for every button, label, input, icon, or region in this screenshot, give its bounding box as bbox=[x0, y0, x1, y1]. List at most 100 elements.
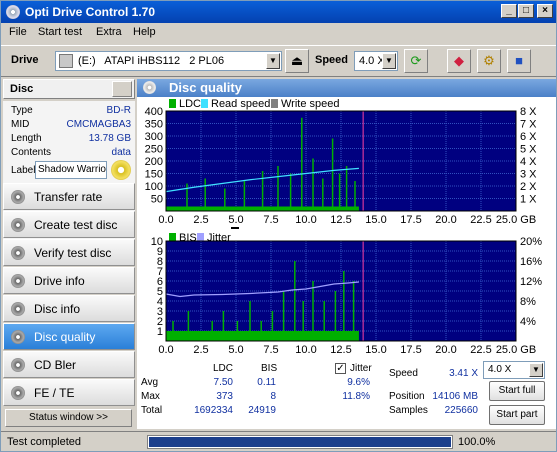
bis-chart: BIS Jitter 0.0 2.5 5.0 7.5 10.0 12.5 15.0 17.5 2… bbox=[151, 227, 542, 356]
y-tick-label-left: 10 bbox=[151, 236, 163, 248]
ldc-chart: LDC Read speed Write speed 0.0 2.5 5.0 7.5 1… bbox=[145, 98, 538, 226]
refresh-icon: ⟳ bbox=[410, 53, 422, 68]
stats-position-value: 14106 MB bbox=[432, 391, 478, 402]
drive-select[interactable]: (E:) ATAPI iHBS112 2 PL06 ▼ bbox=[55, 51, 282, 71]
y-tick-label-left: 250 bbox=[145, 144, 163, 156]
speed-select[interactable]: 4.0 X ▼ bbox=[354, 51, 398, 71]
disc-icon bbox=[11, 246, 25, 260]
x-tick-label: 25.0 GB bbox=[496, 344, 536, 356]
legend-read-speed: Read speed bbox=[211, 98, 270, 110]
status-text: Test completed bbox=[7, 436, 81, 448]
menu-start-test[interactable]: Start test bbox=[38, 26, 82, 38]
x-tick-label: 10.0 bbox=[295, 344, 316, 356]
y-tick-label-right: 12% bbox=[520, 276, 542, 288]
nav-drive-info[interactable]: Drive info bbox=[3, 267, 135, 294]
y-tick-label-left: 150 bbox=[145, 169, 163, 181]
save-icon: ■ bbox=[515, 53, 523, 68]
y-tick-label-right: 8 X bbox=[520, 106, 537, 118]
minimize-button[interactable]: _ bbox=[501, 4, 517, 18]
stats-col-ldc: LDC bbox=[213, 363, 234, 374]
maximize-button[interactable]: □ bbox=[518, 4, 534, 18]
stats-total-label: Total bbox=[141, 405, 163, 416]
x-tick-label: 12.5 bbox=[330, 214, 351, 226]
stats-samples-label: Samples bbox=[389, 405, 428, 416]
nav-label: Create test disc bbox=[34, 218, 118, 232]
menu-file[interactable]: File bbox=[9, 26, 27, 38]
nav-create-test-disc[interactable]: Create test disc bbox=[3, 211, 135, 238]
disc-label-label: Label bbox=[11, 165, 36, 176]
x-tick-label: 17.5 bbox=[400, 214, 421, 226]
stats-max-ldc: 373 bbox=[216, 391, 233, 402]
stats-total-bis: 24919 bbox=[248, 405, 276, 416]
eject-icon: ⏏ bbox=[290, 53, 304, 68]
nav-label: Verify test disc bbox=[34, 246, 112, 260]
disc-label-field[interactable]: Shadow Warrio bbox=[35, 161, 107, 179]
x-tick-label: 5.0 bbox=[228, 214, 243, 226]
drive-icon bbox=[59, 54, 73, 68]
stats-col-bis: BIS bbox=[261, 363, 278, 374]
disc-contents-value: data bbox=[111, 147, 131, 158]
legend-ldc: LDC bbox=[179, 98, 201, 110]
x-tick-label: 7.5 bbox=[263, 344, 278, 356]
eject-button[interactable]: ⏏ bbox=[285, 49, 309, 73]
disc-icon bbox=[11, 358, 25, 372]
start-full-button[interactable]: Start full bbox=[489, 381, 545, 401]
nav-disc-info[interactable]: Disc info bbox=[3, 295, 135, 322]
stats-max-label: Max bbox=[141, 391, 160, 402]
disc-header-label: Disc bbox=[10, 83, 34, 95]
erase-button[interactable]: ◆ bbox=[447, 49, 471, 73]
disc-icon bbox=[11, 302, 25, 316]
nav-transfer-rate[interactable]: Transfer rate bbox=[3, 183, 135, 210]
stats-speed-label: Speed bbox=[389, 368, 418, 379]
disc-mid-value: CMCMAGBA3 bbox=[66, 119, 131, 130]
y-tick-label-right: 20% bbox=[520, 236, 542, 248]
panel-header: Disc quality bbox=[137, 79, 556, 97]
disc-contents-label: Contents bbox=[11, 147, 52, 158]
x-tick-label: 17.5 bbox=[400, 344, 421, 356]
stats-avg-label: Avg bbox=[141, 377, 159, 388]
jitter-checkbox-label: Jitter bbox=[350, 363, 372, 374]
disc-label-icon[interactable] bbox=[111, 160, 131, 180]
x-tick-label: 12.5 bbox=[330, 344, 351, 356]
close-button[interactable]: × bbox=[537, 4, 553, 18]
stats-max-jitter: 11.8% bbox=[342, 391, 370, 402]
chevron-down-icon: ▼ bbox=[382, 53, 396, 69]
status-window-button[interactable]: Status window >> bbox=[5, 409, 132, 427]
y-tick-label-right: 6 X bbox=[520, 131, 537, 143]
progress-bar bbox=[147, 435, 453, 449]
y-tick-label-right: 4% bbox=[520, 316, 536, 328]
nav-label: Drive info bbox=[34, 274, 85, 288]
test-speed-select[interactable]: 4.0 X ▼ bbox=[483, 361, 545, 379]
nav-fe-te[interactable]: FE / TE bbox=[3, 379, 135, 406]
nav-verify-test-disc[interactable]: Verify test disc bbox=[3, 239, 135, 266]
y-tick-label-right: 2 X bbox=[520, 181, 537, 193]
nav-label: Transfer rate bbox=[34, 190, 103, 204]
y-tick-label-right: 3 X bbox=[520, 169, 537, 181]
drive-toolbar: Drive (E:) ATAPI iHBS112 2 PL06 ▼ ⏏ Spee… bbox=[1, 45, 556, 77]
test-speed-value: 4.0 X bbox=[488, 364, 512, 375]
disc-icon bbox=[11, 218, 25, 232]
jitter-checkbox[interactable]: ✓ bbox=[335, 363, 346, 374]
disc-icon bbox=[11, 330, 25, 344]
start-part-button[interactable]: Start part bbox=[489, 405, 545, 425]
refresh-button[interactable]: ⟳ bbox=[404, 49, 428, 73]
legend-write-speed: Write speed bbox=[281, 98, 340, 110]
nav-label: FE / TE bbox=[34, 386, 75, 400]
y-tick-label-left: 400 bbox=[145, 106, 163, 118]
nav-cd-bler[interactable]: CD Bler bbox=[3, 351, 135, 378]
y-tick-label-left: 300 bbox=[145, 131, 163, 143]
disc-mid-label: MID bbox=[11, 119, 30, 130]
menu-extra[interactable]: Extra bbox=[96, 26, 122, 38]
y-tick-label-right: 1 X bbox=[520, 194, 537, 206]
menu-help[interactable]: Help bbox=[133, 26, 156, 38]
settings-button[interactable]: ⚙ bbox=[477, 49, 501, 73]
disc-icon bbox=[143, 81, 156, 94]
x-tick-label: 20.0 bbox=[435, 344, 456, 356]
stats-position-label: Position bbox=[389, 391, 425, 402]
y-tick-label-left: 350 bbox=[145, 119, 163, 131]
save-button[interactable]: ■ bbox=[507, 49, 531, 73]
disc-header-button[interactable] bbox=[112, 81, 132, 97]
nav-disc-quality[interactable]: Disc quality bbox=[3, 323, 135, 350]
x-tick-label: 0.0 bbox=[158, 344, 173, 356]
speed-label: Speed bbox=[315, 54, 349, 66]
